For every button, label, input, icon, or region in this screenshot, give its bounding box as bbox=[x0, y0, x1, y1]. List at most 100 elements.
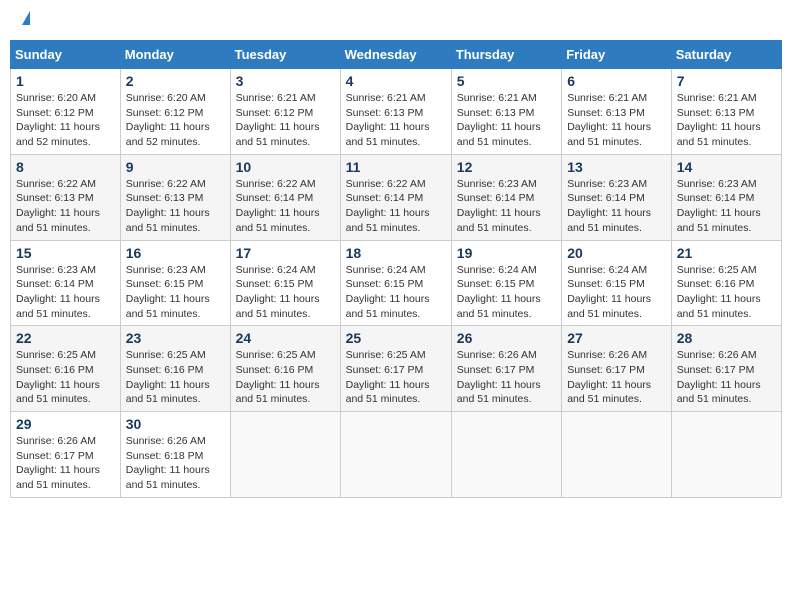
day-info: Sunrise: 6:22 AM Sunset: 6:14 PM Dayligh… bbox=[346, 177, 446, 236]
day-info: Sunrise: 6:26 AM Sunset: 6:17 PM Dayligh… bbox=[16, 434, 115, 493]
calendar-week-row: 1 Sunrise: 6:20 AM Sunset: 6:12 PM Dayli… bbox=[11, 69, 782, 155]
calendar-day-cell: 2 Sunrise: 6:20 AM Sunset: 6:12 PM Dayli… bbox=[120, 69, 230, 155]
calendar-day-cell: 5 Sunrise: 6:21 AM Sunset: 6:13 PM Dayli… bbox=[451, 69, 561, 155]
calendar-day-cell bbox=[671, 412, 781, 498]
day-number: 14 bbox=[677, 159, 776, 175]
calendar-day-cell: 15 Sunrise: 6:23 AM Sunset: 6:14 PM Dayl… bbox=[11, 240, 121, 326]
calendar-table: SundayMondayTuesdayWednesdayThursdayFrid… bbox=[10, 40, 782, 498]
calendar-day-cell: 25 Sunrise: 6:25 AM Sunset: 6:17 PM Dayl… bbox=[340, 326, 451, 412]
calendar-weekday-sunday: Sunday bbox=[11, 41, 121, 69]
day-info: Sunrise: 6:21 AM Sunset: 6:12 PM Dayligh… bbox=[236, 91, 335, 150]
day-info: Sunrise: 6:26 AM Sunset: 6:18 PM Dayligh… bbox=[126, 434, 225, 493]
day-number: 11 bbox=[346, 159, 446, 175]
calendar-day-cell bbox=[230, 412, 340, 498]
calendar-day-cell: 29 Sunrise: 6:26 AM Sunset: 6:17 PM Dayl… bbox=[11, 412, 121, 498]
page-header bbox=[10, 10, 782, 30]
day-number: 20 bbox=[567, 245, 666, 261]
day-info: Sunrise: 6:21 AM Sunset: 6:13 PM Dayligh… bbox=[457, 91, 556, 150]
day-number: 29 bbox=[16, 416, 115, 432]
day-number: 25 bbox=[346, 330, 446, 346]
calendar-day-cell: 4 Sunrise: 6:21 AM Sunset: 6:13 PM Dayli… bbox=[340, 69, 451, 155]
day-info: Sunrise: 6:20 AM Sunset: 6:12 PM Dayligh… bbox=[16, 91, 115, 150]
calendar-day-cell: 12 Sunrise: 6:23 AM Sunset: 6:14 PM Dayl… bbox=[451, 154, 561, 240]
day-info: Sunrise: 6:25 AM Sunset: 6:16 PM Dayligh… bbox=[677, 263, 776, 322]
day-info: Sunrise: 6:23 AM Sunset: 6:14 PM Dayligh… bbox=[457, 177, 556, 236]
day-number: 24 bbox=[236, 330, 335, 346]
calendar-day-cell: 18 Sunrise: 6:24 AM Sunset: 6:15 PM Dayl… bbox=[340, 240, 451, 326]
calendar-day-cell: 7 Sunrise: 6:21 AM Sunset: 6:13 PM Dayli… bbox=[671, 69, 781, 155]
calendar-day-cell: 28 Sunrise: 6:26 AM Sunset: 6:17 PM Dayl… bbox=[671, 326, 781, 412]
calendar-day-cell: 11 Sunrise: 6:22 AM Sunset: 6:14 PM Dayl… bbox=[340, 154, 451, 240]
logo-triangle-icon bbox=[22, 11, 30, 25]
calendar-day-cell: 20 Sunrise: 6:24 AM Sunset: 6:15 PM Dayl… bbox=[562, 240, 672, 326]
day-number: 19 bbox=[457, 245, 556, 261]
day-number: 9 bbox=[126, 159, 225, 175]
day-number: 1 bbox=[16, 73, 115, 89]
day-number: 17 bbox=[236, 245, 335, 261]
day-info: Sunrise: 6:20 AM Sunset: 6:12 PM Dayligh… bbox=[126, 91, 225, 150]
day-info: Sunrise: 6:23 AM Sunset: 6:15 PM Dayligh… bbox=[126, 263, 225, 322]
day-number: 4 bbox=[346, 73, 446, 89]
calendar-day-cell: 6 Sunrise: 6:21 AM Sunset: 6:13 PM Dayli… bbox=[562, 69, 672, 155]
calendar-weekday-saturday: Saturday bbox=[671, 41, 781, 69]
calendar-day-cell: 3 Sunrise: 6:21 AM Sunset: 6:12 PM Dayli… bbox=[230, 69, 340, 155]
calendar-weekday-monday: Monday bbox=[120, 41, 230, 69]
day-info: Sunrise: 6:26 AM Sunset: 6:17 PM Dayligh… bbox=[677, 348, 776, 407]
calendar-day-cell: 1 Sunrise: 6:20 AM Sunset: 6:12 PM Dayli… bbox=[11, 69, 121, 155]
calendar-week-row: 15 Sunrise: 6:23 AM Sunset: 6:14 PM Dayl… bbox=[11, 240, 782, 326]
day-info: Sunrise: 6:25 AM Sunset: 6:17 PM Dayligh… bbox=[346, 348, 446, 407]
day-number: 16 bbox=[126, 245, 225, 261]
day-number: 12 bbox=[457, 159, 556, 175]
calendar-day-cell: 24 Sunrise: 6:25 AM Sunset: 6:16 PM Dayl… bbox=[230, 326, 340, 412]
calendar-day-cell: 8 Sunrise: 6:22 AM Sunset: 6:13 PM Dayli… bbox=[11, 154, 121, 240]
day-number: 3 bbox=[236, 73, 335, 89]
calendar-weekday-thursday: Thursday bbox=[451, 41, 561, 69]
calendar-week-row: 8 Sunrise: 6:22 AM Sunset: 6:13 PM Dayli… bbox=[11, 154, 782, 240]
day-number: 7 bbox=[677, 73, 776, 89]
day-info: Sunrise: 6:23 AM Sunset: 6:14 PM Dayligh… bbox=[567, 177, 666, 236]
day-number: 30 bbox=[126, 416, 225, 432]
calendar-weekday-friday: Friday bbox=[562, 41, 672, 69]
calendar-header-row: SundayMondayTuesdayWednesdayThursdayFrid… bbox=[11, 41, 782, 69]
day-info: Sunrise: 6:21 AM Sunset: 6:13 PM Dayligh… bbox=[677, 91, 776, 150]
day-info: Sunrise: 6:25 AM Sunset: 6:16 PM Dayligh… bbox=[16, 348, 115, 407]
calendar-day-cell: 30 Sunrise: 6:26 AM Sunset: 6:18 PM Dayl… bbox=[120, 412, 230, 498]
day-number: 15 bbox=[16, 245, 115, 261]
day-number: 2 bbox=[126, 73, 225, 89]
day-info: Sunrise: 6:24 AM Sunset: 6:15 PM Dayligh… bbox=[567, 263, 666, 322]
day-info: Sunrise: 6:23 AM Sunset: 6:14 PM Dayligh… bbox=[677, 177, 776, 236]
calendar-day-cell: 16 Sunrise: 6:23 AM Sunset: 6:15 PM Dayl… bbox=[120, 240, 230, 326]
calendar-day-cell: 17 Sunrise: 6:24 AM Sunset: 6:15 PM Dayl… bbox=[230, 240, 340, 326]
day-info: Sunrise: 6:22 AM Sunset: 6:13 PM Dayligh… bbox=[16, 177, 115, 236]
day-number: 26 bbox=[457, 330, 556, 346]
day-info: Sunrise: 6:24 AM Sunset: 6:15 PM Dayligh… bbox=[346, 263, 446, 322]
calendar-weekday-wednesday: Wednesday bbox=[340, 41, 451, 69]
calendar-weekday-tuesday: Tuesday bbox=[230, 41, 340, 69]
day-number: 13 bbox=[567, 159, 666, 175]
calendar-day-cell: 22 Sunrise: 6:25 AM Sunset: 6:16 PM Dayl… bbox=[11, 326, 121, 412]
day-info: Sunrise: 6:23 AM Sunset: 6:14 PM Dayligh… bbox=[16, 263, 115, 322]
calendar-day-cell: 27 Sunrise: 6:26 AM Sunset: 6:17 PM Dayl… bbox=[562, 326, 672, 412]
day-info: Sunrise: 6:25 AM Sunset: 6:16 PM Dayligh… bbox=[126, 348, 225, 407]
day-info: Sunrise: 6:24 AM Sunset: 6:15 PM Dayligh… bbox=[457, 263, 556, 322]
day-info: Sunrise: 6:21 AM Sunset: 6:13 PM Dayligh… bbox=[567, 91, 666, 150]
calendar-week-row: 29 Sunrise: 6:26 AM Sunset: 6:17 PM Dayl… bbox=[11, 412, 782, 498]
day-info: Sunrise: 6:24 AM Sunset: 6:15 PM Dayligh… bbox=[236, 263, 335, 322]
calendar-day-cell: 21 Sunrise: 6:25 AM Sunset: 6:16 PM Dayl… bbox=[671, 240, 781, 326]
day-info: Sunrise: 6:25 AM Sunset: 6:16 PM Dayligh… bbox=[236, 348, 335, 407]
calendar-day-cell bbox=[340, 412, 451, 498]
day-number: 6 bbox=[567, 73, 666, 89]
day-info: Sunrise: 6:21 AM Sunset: 6:13 PM Dayligh… bbox=[346, 91, 446, 150]
day-number: 22 bbox=[16, 330, 115, 346]
day-info: Sunrise: 6:26 AM Sunset: 6:17 PM Dayligh… bbox=[567, 348, 666, 407]
day-number: 27 bbox=[567, 330, 666, 346]
day-number: 5 bbox=[457, 73, 556, 89]
logo bbox=[20, 15, 30, 25]
day-number: 8 bbox=[16, 159, 115, 175]
calendar-day-cell: 9 Sunrise: 6:22 AM Sunset: 6:13 PM Dayli… bbox=[120, 154, 230, 240]
day-number: 21 bbox=[677, 245, 776, 261]
calendar-day-cell: 26 Sunrise: 6:26 AM Sunset: 6:17 PM Dayl… bbox=[451, 326, 561, 412]
calendar-day-cell bbox=[562, 412, 672, 498]
calendar-day-cell: 19 Sunrise: 6:24 AM Sunset: 6:15 PM Dayl… bbox=[451, 240, 561, 326]
day-number: 10 bbox=[236, 159, 335, 175]
